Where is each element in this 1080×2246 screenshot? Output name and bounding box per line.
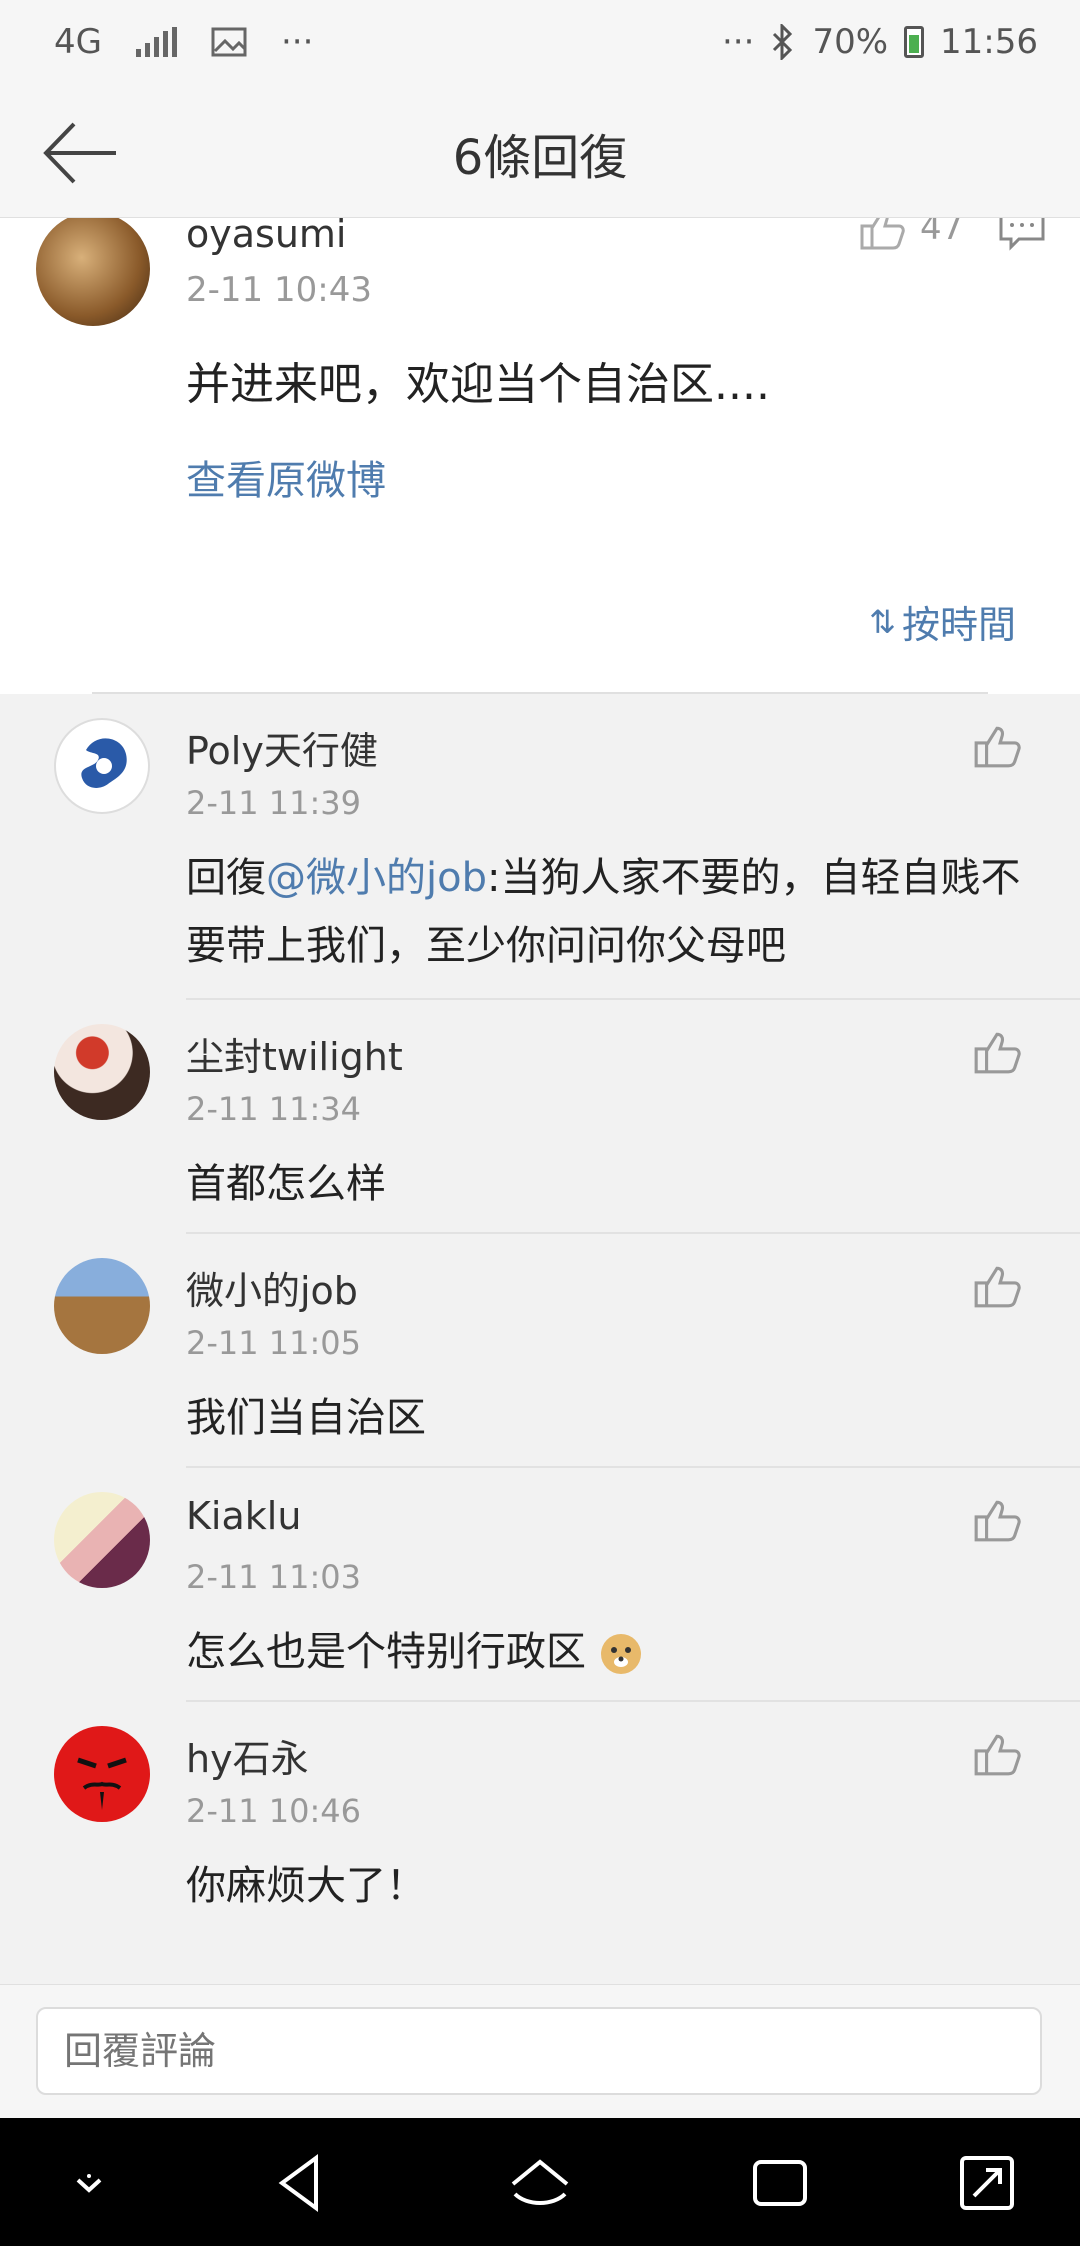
home-icon[interactable] [505,2148,575,2218]
battery-percent: 70% [812,22,889,62]
image-icon [211,27,247,57]
thumbs-up-icon[interactable] [972,720,1022,770]
comment-text: 并进来吧，欢迎当个自治区.... [186,359,770,410]
back-icon[interactable] [266,2148,336,2218]
status-left: 4G ··· [54,22,313,62]
reply-text: 我们当自治区 [186,1395,426,1441]
username[interactable]: Poly天行健 [186,720,378,775]
page-title: 6條回復 [452,130,628,186]
thumbs-up-icon[interactable] [858,218,906,252]
list-item[interactable]: 微小的job 2-11 11:05 我们当自治区 [0,1234,1080,1468]
avatar-image [81,738,127,788]
reply-text: 怎么也是个特别行政区 [186,1618,1026,1686]
reply-text: 你麻烦大了！ [186,1863,426,1909]
top-bar: 6條回復 [0,90,1080,218]
reply-input[interactable] [36,2007,1042,2095]
mask-avatar-image [77,1757,127,1810]
avatar[interactable] [54,718,150,814]
timestamp: 2-11 11:39 [186,784,362,822]
network-indicator: 4G [54,22,102,62]
more-status: ··· [722,22,755,62]
username[interactable]: 尘封twilight [186,1026,403,1081]
username[interactable]: hy石永 [186,1728,309,1783]
view-original-post-link[interactable]: 查看原微博 [186,448,386,506]
avatar[interactable] [36,218,150,326]
reply-text: 回復@微小的job:当狗人家不要的，自轻自贱不要带上我们，至少你问问你父母吧 [186,844,1026,980]
avatar[interactable] [54,1492,150,1588]
timestamp: 2-11 10:46 [186,1792,362,1830]
thumbs-up-icon[interactable] [972,1494,1022,1544]
reply-body: 怎么也是个特别行政区 [186,1629,586,1675]
comment-icon[interactable] [998,218,1046,252]
signal-icon [135,27,177,57]
timestamp: 2-11 11:34 [186,1090,362,1128]
sort-icon: ⇅ [869,602,896,641]
more-notifications: ··· [280,22,314,62]
list-item[interactable]: Poly天行健 2-11 11:39 回復@微小的job:当狗人家不要的，自轻自… [0,694,1080,1000]
mention-link[interactable]: @微小的job [266,855,487,901]
battery-icon [904,26,925,58]
hide-nav-icon[interactable] [54,2148,124,2218]
clock: 11:56 [940,22,1038,62]
sort-label: 按時間 [901,603,1016,647]
thumbs-up-icon[interactable] [972,1260,1022,1310]
doge-emoji-icon [600,1634,641,1674]
username[interactable]: 微小的job [186,1260,358,1315]
navigation-bar [0,2118,1080,2246]
recent-apps-icon[interactable] [745,2148,815,2218]
avatar[interactable] [54,1258,150,1354]
sort-by-time-button[interactable]: ⇅ 按時間 [869,594,1016,649]
list-item[interactable]: hy石永 2-11 10:46 你麻烦大了！ [0,1702,1080,1936]
expand-icon[interactable] [952,2148,1022,2218]
reply-text: 首都怎么样 [186,1161,386,1207]
status-bar: 4G ··· ··· 70% 11:56 [0,0,1080,90]
timestamp: 2-11 10:43 [186,270,372,310]
thumbs-up-icon[interactable] [972,1026,1022,1076]
bluetooth-icon [773,24,793,60]
like-count: 47 [920,218,964,248]
username[interactable]: Kiaklu [186,1494,301,1538]
reply-prefix: 回復 [186,855,266,901]
reply-bar [0,1984,1080,2118]
thumbs-up-icon[interactable] [972,1728,1022,1778]
list-item[interactable]: 尘封twilight 2-11 11:34 首都怎么样 [0,1000,1080,1234]
avatar[interactable] [54,1024,150,1120]
avatar[interactable] [54,1726,150,1822]
original-comment: oyasumi 2-11 10:43 47 并进来吧，欢迎当个自治区.... 查… [0,218,1080,694]
timestamp: 2-11 11:03 [186,1558,362,1596]
status-right: ··· 70% 11:56 [722,22,1038,62]
reply-list: Poly天行健 2-11 11:39 回復@微小的job:当狗人家不要的，自轻自… [0,694,1080,1984]
timestamp: 2-11 11:05 [186,1324,362,1362]
list-item[interactable]: Kiaklu 2-11 11:03 怎么也是个特别行政区 [0,1468,1080,1702]
username[interactable]: oyasumi [186,218,346,256]
